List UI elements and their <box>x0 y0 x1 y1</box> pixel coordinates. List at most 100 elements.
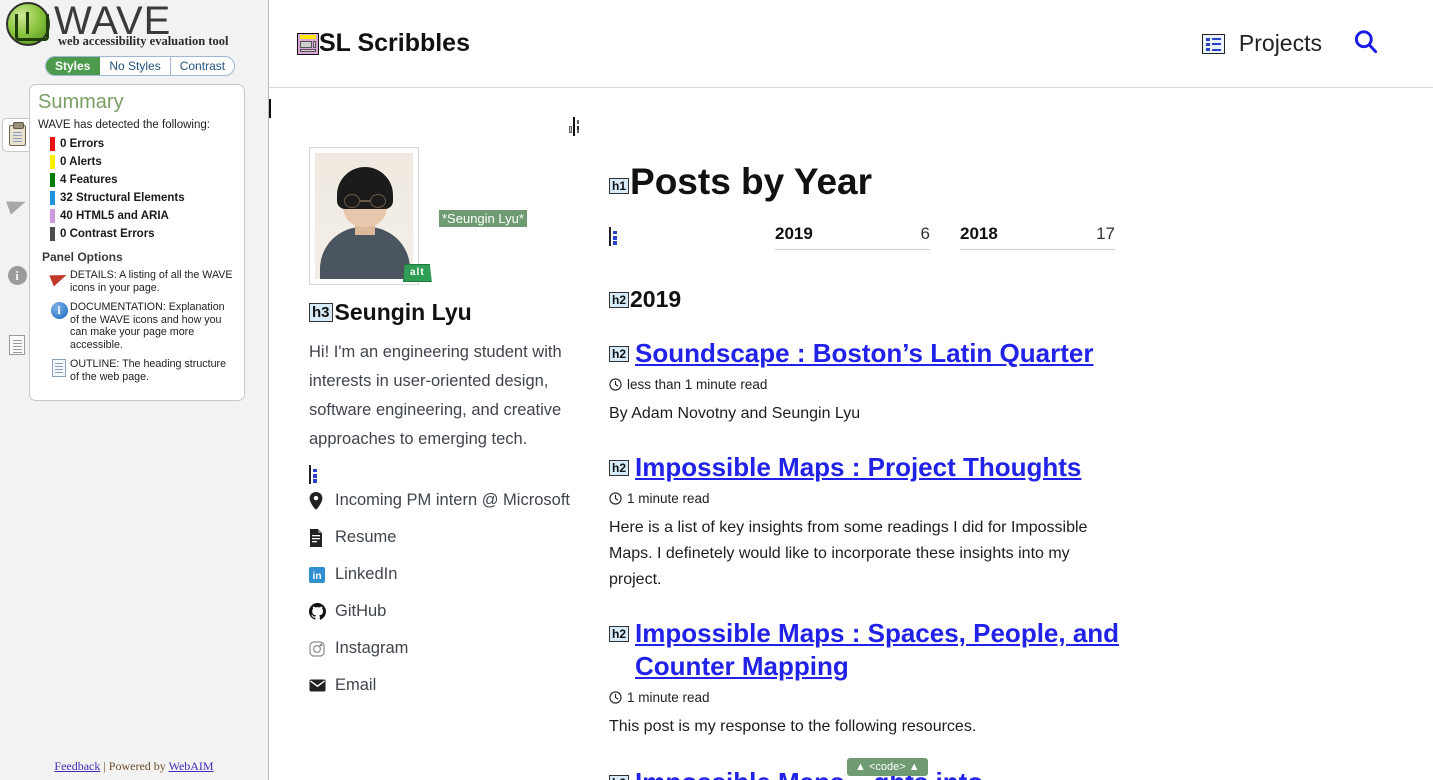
year-nav-divider <box>960 249 1115 250</box>
search-icon[interactable] <box>1352 28 1379 60</box>
wave-tagline: web accessibility evaluation tool <box>58 34 229 48</box>
year-nav-item-2018[interactable]: 2018 17 <box>960 224 1115 250</box>
evaluated-page: SL Scribbles Projects ↷ *Seungin Lyu* al… <box>269 0 1433 780</box>
nav-projects-label: Projects <box>1238 30 1322 56</box>
post-title-link[interactable]: Impossible Maps : Spaces, People, and Co… <box>635 617 1155 683</box>
h2-badge-icon: h2 <box>609 291 630 308</box>
year-nav-divider <box>775 249 930 250</box>
panel-options-title: Panel Options <box>42 250 123 264</box>
instagram-icon <box>309 640 335 657</box>
alerts-color-swatch <box>50 155 55 169</box>
year-section-heading: h2 2019 <box>609 286 1393 313</box>
avatar <box>309 147 419 285</box>
profile-link-instagram-label: Instagram <box>335 639 409 657</box>
site-header: SL Scribbles Projects <box>269 0 1433 88</box>
svg-text:in: in <box>313 571 322 582</box>
errors-label: 0 Errors <box>60 138 105 150</box>
style-toggle-group[interactable]: Styles No Styles Contrast <box>45 56 236 76</box>
summary-item-contrast[interactable]: 0 Contrast Errors <box>50 227 234 241</box>
panel-option-outline[interactable]: OUTLINE: The heading structure of the we… <box>48 358 234 383</box>
site-brand[interactable]: SL Scribbles <box>297 29 470 58</box>
documentation-tab[interactable]: i <box>2 258 32 292</box>
profile-heading: h3 Seungin Lyu <box>309 299 587 326</box>
wave-logo-orb-icon <box>6 2 50 46</box>
post-meta: less than 1 minute read <box>609 377 1393 392</box>
profile-link-github-label: GitHub <box>335 602 387 620</box>
main-landmark-icon <box>568 117 579 136</box>
post-meta: 1 minute read <box>609 491 1393 506</box>
posts-main: h1 Posts by Year 2019 6 2018 17 h2 2019 … <box>568 92 1433 780</box>
html5-aria-color-swatch <box>50 209 55 223</box>
banner-landmark-icon <box>297 32 319 55</box>
post-title-link-partial-left[interactable]: Impossible Maps <box>635 767 845 780</box>
summary-item-html5-aria[interactable]: 40 HTML5 and ARIA <box>50 209 234 223</box>
year-unordered-list-icon <box>609 227 617 246</box>
summary-item-errors[interactable]: 0 Errors <box>50 137 234 151</box>
h1-badge-icon: h1 <box>609 178 630 194</box>
contrast-label: 0 Contrast Errors <box>60 228 155 240</box>
styles-toggle-button[interactable]: Styles <box>46 57 101 75</box>
alerts-label: 0 Alerts <box>60 156 102 168</box>
header-nav: Projects <box>1201 28 1379 60</box>
post-title-link[interactable]: Impossible Maps : Project Thoughts <box>635 451 1081 484</box>
location-pin-icon <box>309 491 335 510</box>
linkedin-icon: in <box>309 566 335 583</box>
post-excerpt: Here is a list of key insights from some… <box>609 519 1088 588</box>
profile-link-github[interactable]: GitHub <box>309 593 587 630</box>
summary-tab[interactable] <box>2 118 32 152</box>
profile-link-instagram[interactable]: Instagram <box>309 630 587 667</box>
profile-link-location-label: Incoming PM intern @ Microsoft <box>335 491 570 509</box>
post-read-time: 1 minute read <box>627 690 710 705</box>
outline-tab[interactable] <box>2 328 32 362</box>
details-tab[interactable] <box>2 188 32 222</box>
clock-icon <box>609 492 622 505</box>
profile-link-resume[interactable]: Resume <box>309 519 587 556</box>
profile-name-label: Seungin Lyu <box>334 299 472 325</box>
wave-wordmark: WAVE <box>54 0 172 43</box>
no-styles-toggle-button[interactable]: No Styles <box>100 57 171 75</box>
clock-icon <box>609 691 622 704</box>
profile-link-linkedin-label: LinkedIn <box>335 565 398 583</box>
main-landmark-wave-icon <box>568 117 579 136</box>
h2-badge-icon: h2 <box>609 460 630 476</box>
profile-sidebar: ↷ *Seungin Lyu* alt h3 Seungin Lyu Hi! I… <box>269 92 587 780</box>
year-nav-2019-label: 2019 <box>775 224 813 243</box>
profile-link-linkedin[interactable]: in LinkedIn <box>309 556 587 593</box>
email-icon <box>309 679 335 692</box>
post-title-link[interactable]: Soundscape : Boston’s Latin Quarter <box>635 337 1093 370</box>
panel-option-documentation[interactable]: i DOCUMENTATION: Explanation of the WAVE… <box>48 301 234 351</box>
errors-color-swatch <box>50 137 55 151</box>
footer-powered-by: Powered by <box>108 759 166 773</box>
features-color-swatch <box>50 173 55 187</box>
year-list-structure-icon <box>609 227 617 246</box>
profile-link-email[interactable]: Email <box>309 667 587 704</box>
summary-item-features[interactable]: 4 Features <box>50 173 234 187</box>
panel-option-details[interactable]: DETAILS: A listing of all the WAVE icons… <box>48 269 234 294</box>
post-item: h2 Impossible Maps : Project Thoughts 1 … <box>609 451 1393 593</box>
summary-item-alerts[interactable]: 0 Alerts <box>50 155 234 169</box>
nav-item-projects[interactable]: Projects <box>1201 30 1322 57</box>
profile-link-location: Incoming PM intern @ Microsoft <box>309 482 587 519</box>
profile-links-list: Incoming PM intern @ Microsoft Resume in… <box>309 465 587 704</box>
webaim-link[interactable]: WebAIM <box>169 759 214 773</box>
structural-color-swatch <box>50 191 55 205</box>
skip-link-icon: ↷ <box>269 99 287 118</box>
structural-label: 32 Structural Elements <box>60 192 185 204</box>
year-nav-2018-label: 2018 <box>960 224 998 243</box>
document-icon <box>9 335 25 355</box>
year-nav-item-2019[interactable]: 2019 6 <box>775 224 930 250</box>
feedback-link[interactable]: Feedback <box>54 759 100 773</box>
unordered-list-icon <box>309 465 317 484</box>
page-title: h1 Posts by Year <box>609 162 1393 202</box>
post-item-partial: h2 Impossible Maps__ghts into <box>609 766 1393 780</box>
post-item: h2 Impossible Maps : Spaces, People, and… <box>609 617 1393 740</box>
contrast-toggle-button[interactable]: Contrast <box>171 57 234 75</box>
red-flag-icon <box>49 269 69 287</box>
post-read-time: 1 minute read <box>627 491 710 506</box>
summary-item-structural[interactable]: 32 Structural Elements <box>50 191 234 205</box>
contrast-color-swatch <box>50 227 55 241</box>
wave-panel: WAVE web accessibility evaluation tool S… <box>0 0 269 780</box>
post-excerpt: By Adam Novotny and Seungin Lyu <box>609 405 861 422</box>
html5-aria-label: 40 HTML5 and ARIA <box>60 210 169 222</box>
page-body: ↷ *Seungin Lyu* alt h3 Seungin Lyu Hi! I… <box>269 88 1433 780</box>
